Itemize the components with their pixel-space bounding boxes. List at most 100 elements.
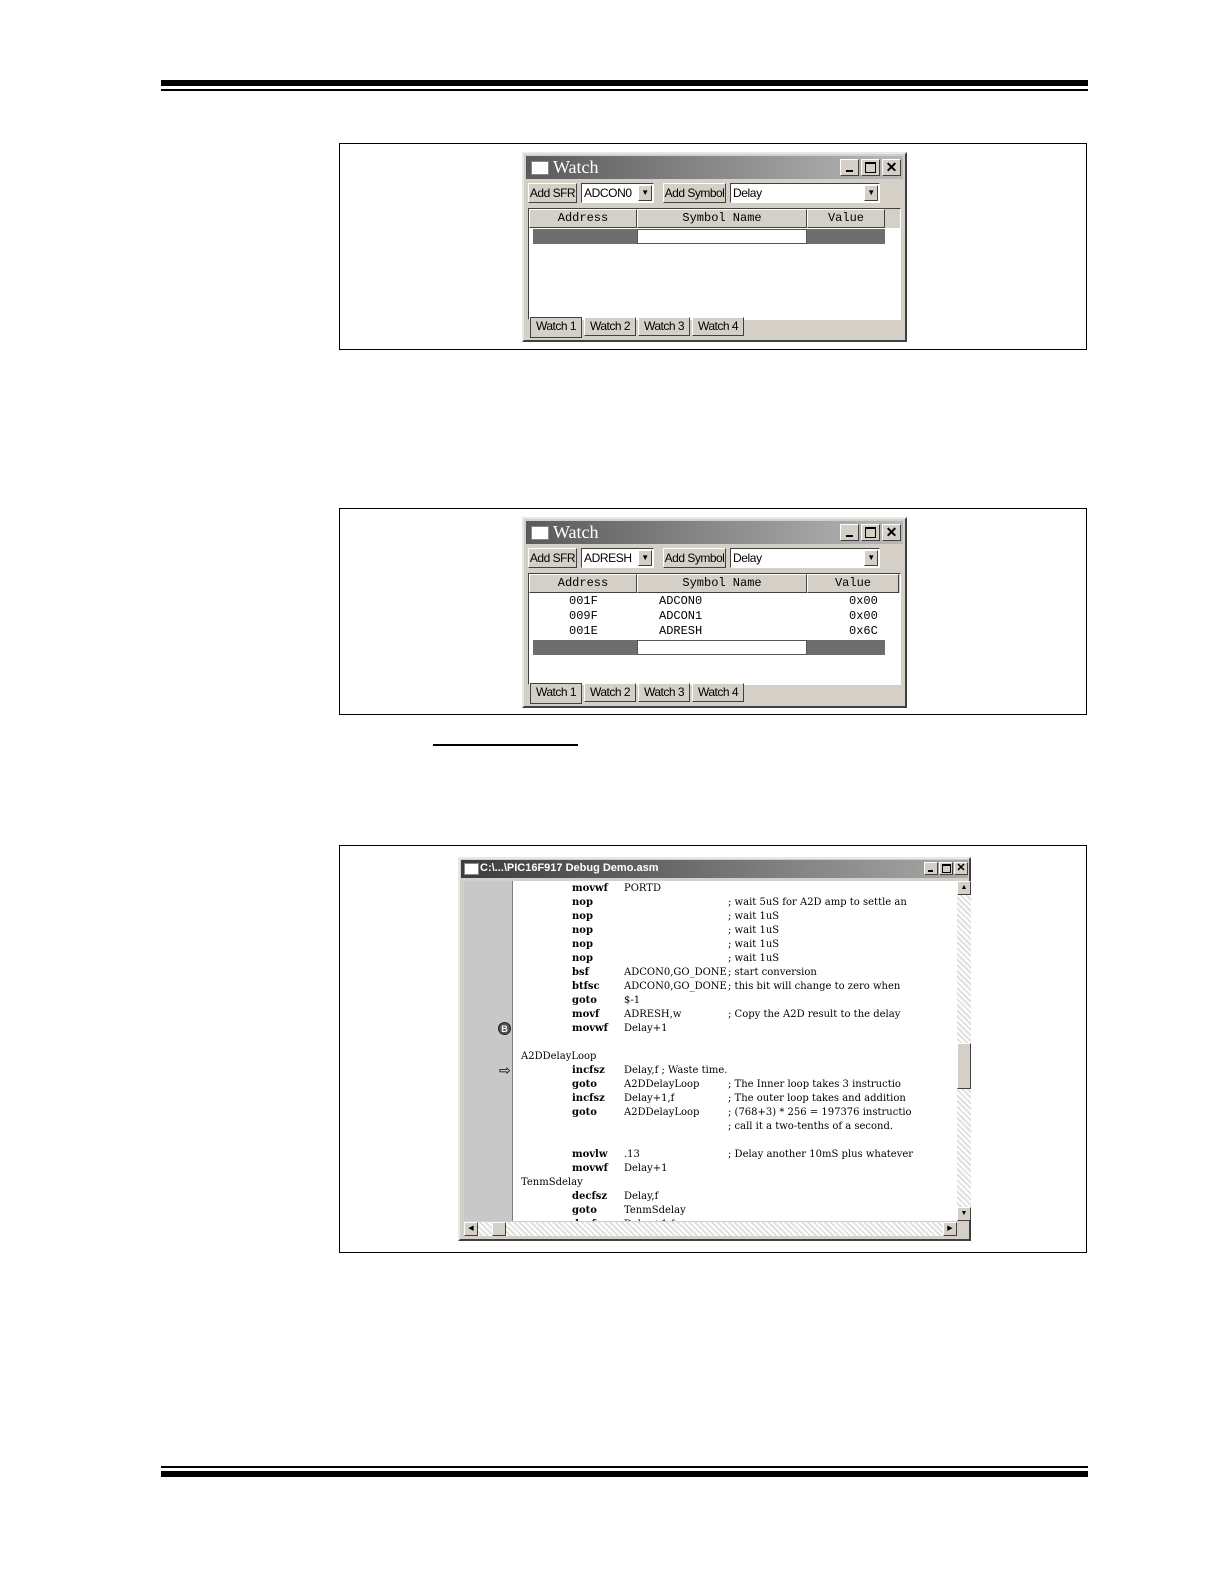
column-header-address[interactable]: Address [529, 574, 637, 593]
tab-watch-4[interactable]: Watch 4 [692, 317, 744, 336]
watch-grid[interactable]: Address Symbol Name Value [528, 208, 901, 320]
title-bar[interactable]: Watch ✕ [526, 521, 903, 544]
code-operand: ADCON0,GO_DONE [624, 981, 727, 992]
cell-value: 0x00 [849, 594, 878, 608]
code-line[interactable] [513, 1036, 957, 1050]
minimize-button[interactable] [840, 524, 859, 541]
code-line[interactable]: bsf ADCON0,GO_DONE; start conversion [513, 966, 957, 980]
table-row[interactable]: 001F ADCON0 0x00 [529, 594, 900, 609]
symbol-name-edit-cell[interactable] [637, 640, 807, 655]
code-comment: ; (768+3) * 256 = 197376 instructio [728, 1107, 912, 1118]
code-line[interactable]: movwf Delay+1 [513, 1022, 957, 1036]
minimize-button[interactable] [924, 862, 938, 875]
code-line[interactable]: incfsz Delay,f ; Waste time. [513, 1064, 957, 1078]
maximize-button[interactable] [939, 862, 953, 875]
editor-gutter[interactable]: B ⇨ [464, 881, 513, 1221]
code-line[interactable]: goto A2DDelayLoop ; (768+3) * 256 = 197376… [513, 1106, 957, 1120]
horizontal-scrollbar[interactable]: ◀ ▶ [464, 1222, 957, 1236]
close-button[interactable]: ✕ [954, 862, 968, 875]
footer-rule-thick [161, 1471, 1088, 1477]
code-operand: TenmSdelay [624, 1205, 686, 1216]
code-line[interactable]: nop ; wait 1uS [513, 952, 957, 966]
code-line[interactable]: movlw .13 ; Delay another 10mS plus whatev… [513, 1148, 957, 1162]
tab-watch-2[interactable]: Watch 2 [584, 683, 636, 702]
code-comment: ; wait 1uS [728, 925, 780, 936]
code-line[interactable]: movwf PORTD [513, 882, 957, 896]
close-button[interactable]: ✕ [882, 524, 901, 541]
scroll-right-button[interactable]: ▶ [943, 1222, 957, 1236]
code-instruction: movlw [572, 1149, 608, 1160]
code-instruction: goto [572, 1107, 597, 1118]
tab-watch-2[interactable]: Watch 2 [584, 317, 636, 336]
cell-address: 001F [569, 594, 598, 608]
code-comment: ; this bit will change to zero when [728, 981, 901, 992]
code-line[interactable]: nop ; wait 1uS [513, 938, 957, 952]
horizontal-scroll-thumb[interactable] [492, 1222, 506, 1236]
tab-watch-1[interactable]: Watch 1 [530, 317, 582, 338]
close-button[interactable]: ✕ [882, 159, 901, 176]
code-line[interactable]: goto $-1 [513, 994, 957, 1008]
symbol-select[interactable]: Delay ▼ [730, 548, 880, 568]
new-entry-row[interactable] [529, 229, 900, 244]
code-instruction: nop [572, 953, 593, 964]
sfr-select[interactable]: ADCON0 ▼ [581, 183, 654, 203]
code-line[interactable]: btfsc ADCON0,GO_DONE; this bit will chang… [513, 980, 957, 994]
tab-watch-1[interactable]: Watch 1 [530, 683, 582, 704]
code-line[interactable]: nop ; wait 1uS [513, 910, 957, 924]
table-row[interactable]: 001E ADRESH 0x6C [529, 624, 900, 639]
symbol-name-edit-cell[interactable] [637, 229, 807, 244]
tab-watch-3[interactable]: Watch 3 [638, 317, 690, 336]
maximize-button[interactable] [861, 159, 880, 176]
code-line[interactable]: nop ; wait 1uS [513, 924, 957, 938]
sfr-select[interactable]: ADRESH ▼ [581, 548, 654, 568]
code-line[interactable] [513, 1134, 957, 1148]
scroll-up-button[interactable]: ▲ [957, 881, 971, 895]
code-line[interactable]: nop ; wait 5uS for A2D amp to settle an [513, 896, 957, 910]
column-header-value[interactable]: Value [807, 209, 885, 228]
minimize-button[interactable] [840, 159, 859, 176]
code-line[interactable]: movf ADRESH,w ; Copy the A2D result to the… [513, 1008, 957, 1022]
column-header-symbol-name[interactable]: Symbol Name [637, 209, 807, 228]
chevron-down-icon[interactable]: ▼ [864, 550, 878, 566]
code-operand: Delay+1,f [624, 1093, 675, 1104]
symbol-select[interactable]: Delay ▼ [730, 183, 880, 203]
code-line[interactable]: goto A2DDelayLoop ; The Inner loop takes 3… [513, 1078, 957, 1092]
code-area[interactable]: movwf PORTD nop ; wait 5uS for A2D amp to s… [513, 881, 957, 1221]
code-line[interactable]: movwf Delay+1 [513, 1162, 957, 1176]
new-entry-row[interactable] [529, 640, 900, 655]
chevron-down-icon[interactable]: ▼ [638, 550, 652, 566]
maximize-button[interactable] [861, 524, 880, 541]
code-line[interactable]: incfsz Delay+1,f ; The outer loop takes an… [513, 1092, 957, 1106]
column-header-address[interactable]: Address [529, 209, 637, 228]
add-symbol-button[interactable]: Add Symbol [663, 548, 726, 568]
breakpoint-icon[interactable]: B [498, 1022, 511, 1035]
tab-watch-3[interactable]: Watch 3 [638, 683, 690, 702]
scroll-left-button[interactable]: ◀ [464, 1222, 478, 1236]
add-symbol-button[interactable]: Add Symbol [663, 183, 726, 203]
code-line[interactable]: goto TenmSdelay [513, 1204, 957, 1218]
column-header-symbol-name[interactable]: Symbol Name [637, 574, 807, 593]
code-instruction: decfsz [572, 1218, 607, 1221]
code-operand: ADRESH,w [624, 1009, 682, 1020]
vertical-scrollbar[interactable]: ▲ ▼ [957, 881, 971, 1221]
code-line[interactable]: A2DDelayLoop [513, 1050, 957, 1064]
add-sfr-button[interactable]: Add SFR [528, 548, 577, 568]
column-header-value[interactable]: Value [807, 574, 899, 593]
code-line[interactable]: decfsz Delay+1,f [513, 1218, 957, 1221]
grid-header: Address Symbol Name Value [529, 574, 900, 593]
chevron-down-icon[interactable]: ▼ [638, 185, 652, 201]
editor-title-bar[interactable]: C:\...\PIC16F917 Debug Demo.asm ✕ [461, 860, 968, 878]
chevron-down-icon[interactable]: ▼ [864, 185, 878, 201]
vertical-scroll-thumb[interactable] [957, 1043, 971, 1089]
table-row[interactable]: 009F ADCON1 0x00 [529, 609, 900, 624]
code-operand: PORTD [624, 883, 661, 894]
code-line[interactable]: TenmSdelay [513, 1176, 957, 1190]
code-line[interactable]: ; call it a two-tenths of a second. [513, 1120, 957, 1134]
code-line[interactable]: decfsz Delay,f [513, 1190, 957, 1204]
add-sfr-button[interactable]: Add SFR [528, 183, 577, 203]
scroll-down-button[interactable]: ▼ [957, 1207, 971, 1221]
figure-frame-2: Watch ✕ Add SFR ADRESH ▼ Add Symbol Dela… [339, 508, 1087, 715]
watch-grid[interactable]: Address Symbol Name Value 001F ADCON0 0x… [528, 573, 901, 685]
title-bar[interactable]: Watch ✕ [526, 156, 903, 179]
tab-watch-4[interactable]: Watch 4 [692, 683, 744, 702]
